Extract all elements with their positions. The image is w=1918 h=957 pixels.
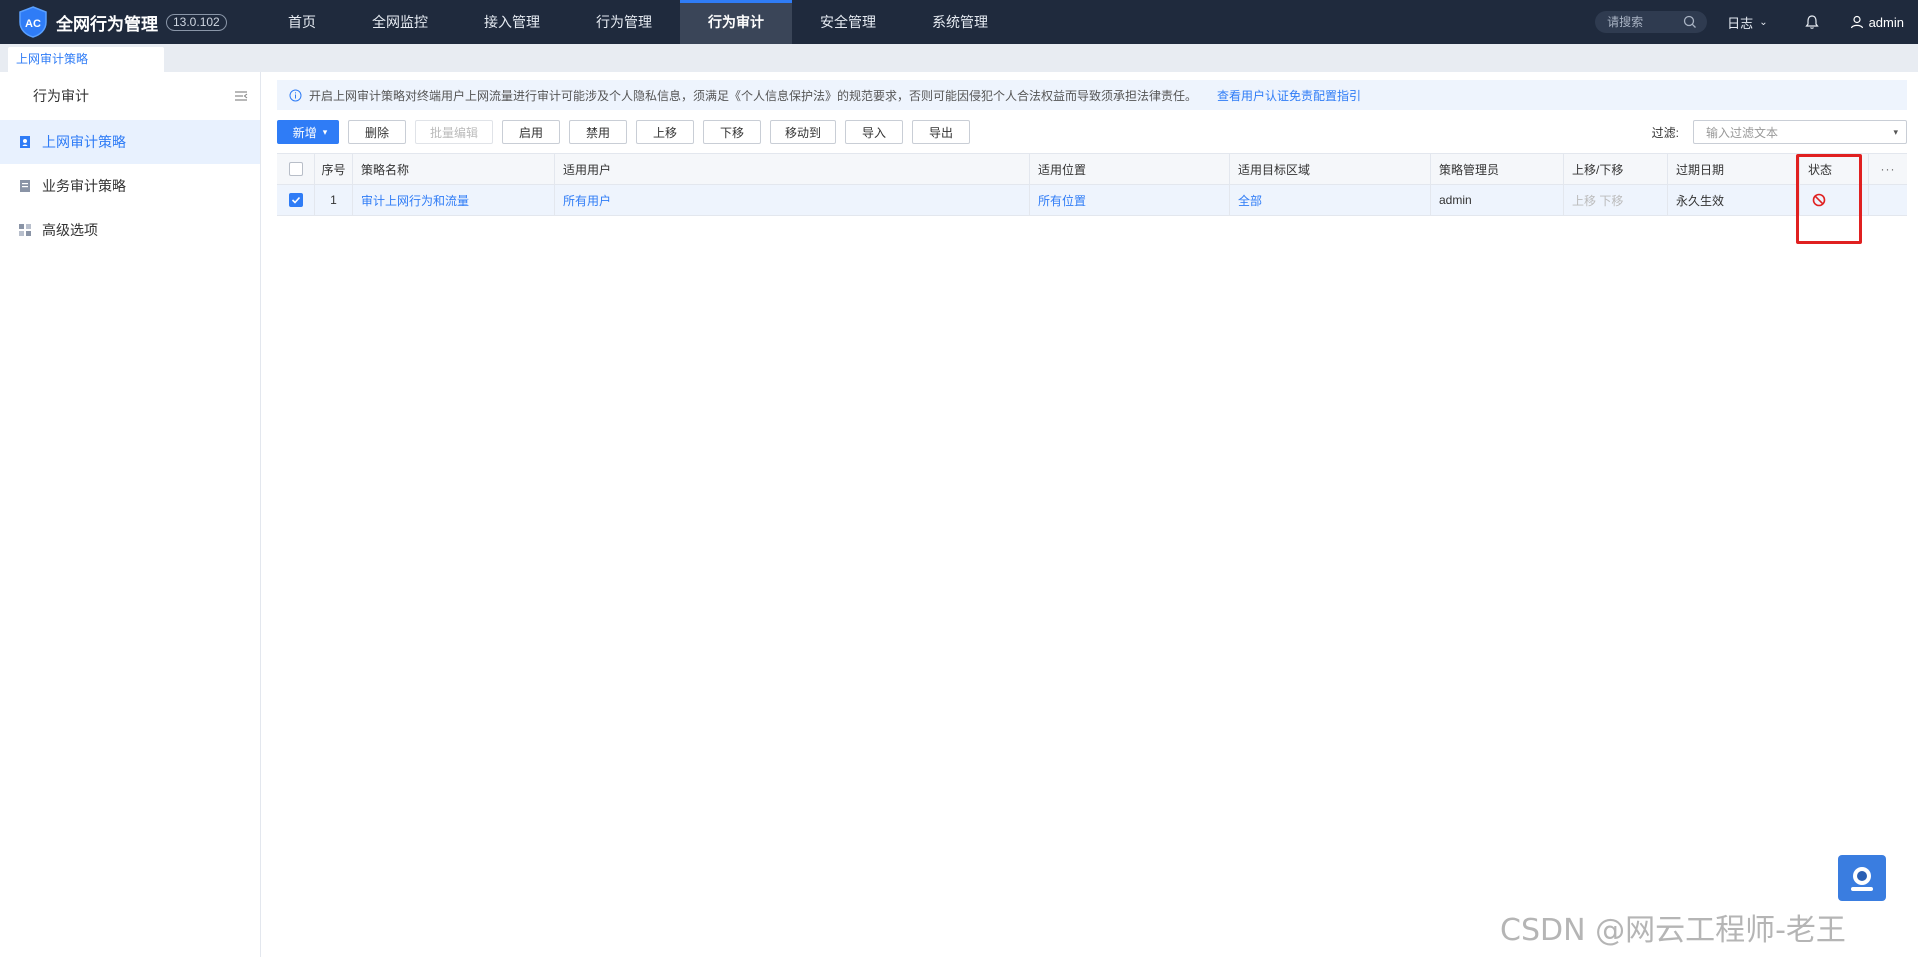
- bell-icon[interactable]: [1804, 14, 1820, 30]
- import-button[interactable]: 导入: [845, 120, 904, 144]
- search-icon[interactable]: [1683, 15, 1697, 29]
- page-tab-strip: 上网审计策略: [0, 44, 1918, 72]
- row-select-cell: [277, 185, 315, 215]
- assistant-robot-icon: [1851, 867, 1873, 891]
- user-menu[interactable]: admin: [1850, 15, 1904, 30]
- grid-icon: [19, 224, 31, 236]
- collapse-menu-icon[interactable]: [234, 90, 248, 102]
- sidebar: 行为审计 上网审计策略 业务审计策略 高级选项: [0, 72, 261, 957]
- svg-text:AC: AC: [25, 18, 41, 30]
- col-target[interactable]: 适用目标区域: [1230, 154, 1431, 184]
- enable-button[interactable]: 启用: [502, 120, 561, 144]
- row-move-down[interactable]: 下移: [1599, 192, 1623, 209]
- sidebar-item-internet-audit-policy[interactable]: 上网审计策略: [0, 120, 260, 164]
- users-link[interactable]: 所有用户: [555, 185, 1030, 215]
- select-all-cell: [277, 154, 315, 184]
- chevron-down-icon: ⌄: [1759, 16, 1768, 28]
- app-title: 全网行为管理: [56, 14, 158, 34]
- nav-security-management[interactable]: 安全管理: [792, 0, 904, 44]
- sidebar-item-advanced-options[interactable]: 高级选项: [0, 208, 260, 252]
- row-move-up[interactable]: 上移: [1572, 192, 1596, 209]
- nav-system-management[interactable]: 系统管理: [904, 0, 1016, 44]
- row-admin: admin: [1431, 185, 1564, 215]
- move-up-button[interactable]: 上移: [636, 120, 695, 144]
- location-link[interactable]: 所有位置: [1030, 185, 1230, 215]
- notice-text: 开启上网审计策略对终端用户上网流量进行审计可能涉及个人隐私信息，须满足《个人信息…: [309, 88, 1198, 103]
- version-badge: 13.0.102: [166, 13, 227, 31]
- col-admin[interactable]: 策略管理员: [1431, 154, 1564, 184]
- table-header-row: 序号 策略名称 适用用户 适用位置 适用目标区域 策略管理员 上移/下移 过期日…: [277, 154, 1907, 185]
- sidebar-header: 行为审计: [0, 72, 260, 120]
- caret-down-icon: ▾: [1893, 126, 1898, 137]
- sidebar-item-label: 高级选项: [42, 222, 98, 238]
- ac-logo-icon: AC: [18, 6, 48, 38]
- sidebar-item-label: 上网审计策略: [42, 134, 126, 150]
- top-navigation-bar: AC 全网行为管理 13.0.102 首页 全网监控 接入管理 行为管理 行为审…: [0, 0, 1918, 44]
- col-index[interactable]: 序号: [315, 154, 353, 184]
- row-checkbox[interactable]: [288, 193, 303, 207]
- row-index: 1: [315, 185, 353, 215]
- tab-internet-audit-policy[interactable]: 上网审计策略: [8, 47, 164, 72]
- top-right-tools: 日志 ⌄ admin: [1595, 0, 1918, 44]
- sidebar-item-label: 业务审计策略: [42, 178, 126, 194]
- batch-edit-button[interactable]: 批量编辑: [415, 120, 494, 144]
- user-icon: [1850, 15, 1863, 29]
- select-all-checkbox[interactable]: [288, 162, 303, 176]
- row-move-actions: 上移 下移: [1564, 185, 1668, 215]
- search-input[interactable]: [1607, 15, 1684, 29]
- new-button[interactable]: 新增 ▾: [277, 120, 339, 144]
- filter-select[interactable]: 输入过滤文本 ▾: [1693, 120, 1907, 144]
- log-menu-label: 日志: [1727, 15, 1754, 31]
- policy-table: 序号 策略名称 适用用户 适用位置 适用目标区域 策略管理员 上移/下移 过期日…: [277, 153, 1907, 216]
- delete-button[interactable]: 删除: [348, 120, 406, 144]
- chevron-down-icon: ▾: [322, 126, 328, 137]
- filter-group: 过滤: 输入过滤文本 ▾: [1652, 120, 1907, 144]
- info-icon: [289, 89, 302, 101]
- table-row[interactable]: 1 审计上网行为和流量 所有用户 所有位置 全部 admin 上移 下移 永久生…: [277, 185, 1907, 216]
- privacy-notice: 开启上网审计策略对终端用户上网流量进行审计可能涉及个人隐私信息，须满足《个人信息…: [277, 80, 1907, 110]
- business-doc-icon: [20, 180, 30, 192]
- move-to-button[interactable]: 移动到: [770, 120, 837, 144]
- policy-name-link[interactable]: 审计上网行为和流量: [353, 185, 555, 215]
- main-nav: 首页 全网监控 接入管理 行为管理 行为审计 安全管理 系统管理: [260, 0, 1016, 44]
- target-link[interactable]: 全部: [1230, 185, 1431, 215]
- col-users[interactable]: 适用用户: [555, 154, 1030, 184]
- main-content: 开启上网审计策略对终端用户上网流量进行审计可能涉及个人隐私信息，须满足《个人信息…: [262, 72, 1918, 957]
- filter-placeholder: 输入过滤文本: [1706, 125, 1779, 140]
- log-menu[interactable]: 日志 ⌄: [1727, 13, 1767, 32]
- row-more-cell: [1869, 185, 1907, 215]
- policy-shield-icon: [20, 136, 30, 148]
- row-expiry: 永久生效: [1668, 185, 1800, 215]
- move-down-button[interactable]: 下移: [703, 120, 762, 144]
- nav-network-monitor[interactable]: 全网监控: [344, 0, 456, 44]
- nav-home[interactable]: 首页: [260, 0, 344, 44]
- nav-behavior-management[interactable]: 行为管理: [568, 0, 680, 44]
- filter-label: 过滤:: [1651, 125, 1679, 140]
- disable-button[interactable]: 禁用: [569, 120, 628, 144]
- check-icon: [291, 196, 300, 204]
- col-move[interactable]: 上移/下移: [1564, 154, 1668, 184]
- csdn-watermark: CSDN @网云工程师-老王: [1500, 913, 1846, 948]
- col-location[interactable]: 适用位置: [1030, 154, 1230, 184]
- global-search: [1595, 11, 1708, 33]
- sidebar-title: 行为审计: [33, 88, 89, 104]
- col-name[interactable]: 策略名称: [353, 154, 555, 184]
- status-column-highlight: [1796, 154, 1862, 244]
- sidebar-item-business-audit-policy[interactable]: 业务审计策略: [0, 164, 260, 208]
- new-button-label: 新增: [292, 125, 317, 140]
- nav-behavior-audit[interactable]: 行为审计: [680, 0, 792, 44]
- auth-guide-link[interactable]: 查看用户认证免责配置指引: [1217, 87, 1361, 104]
- assistant-float-button[interactable]: [1838, 855, 1886, 901]
- export-button[interactable]: 导出: [912, 120, 971, 144]
- column-settings-more[interactable]: ···: [1869, 154, 1907, 184]
- app-logo[interactable]: AC 全网行为管理 13.0.102: [0, 6, 260, 38]
- username: admin: [1868, 14, 1904, 30]
- toolbar: 新增 ▾ 删除 批量编辑 启用 禁用 上移 下移 移动到 导入 导出 过滤: 输入…: [277, 120, 1907, 144]
- col-expiry[interactable]: 过期日期: [1668, 154, 1800, 184]
- nav-access-management[interactable]: 接入管理: [456, 0, 568, 44]
